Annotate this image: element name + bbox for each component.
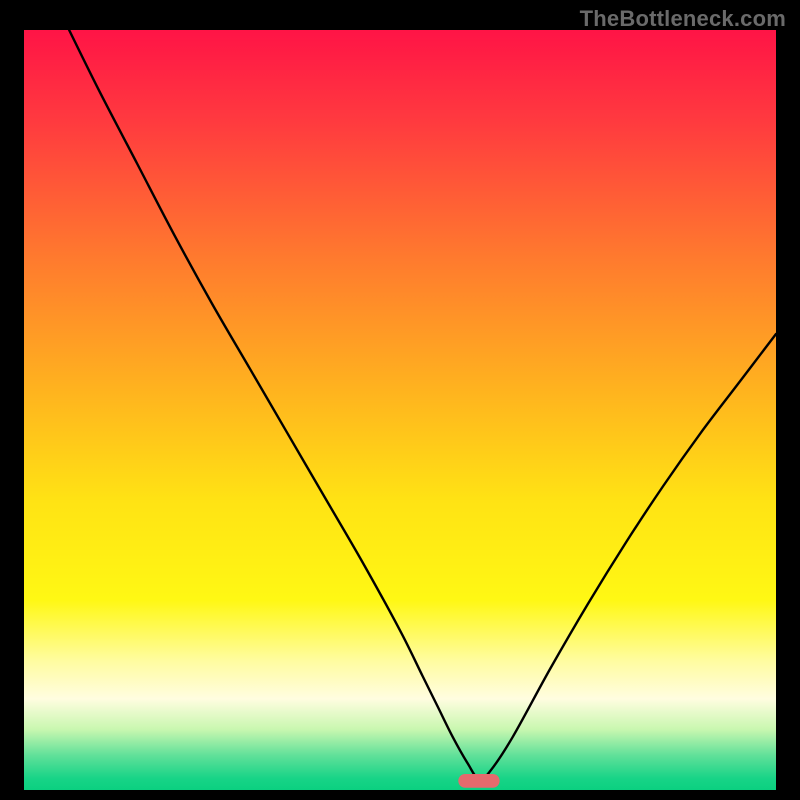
watermark-text: TheBottleneck.com xyxy=(580,6,786,32)
plot-area xyxy=(24,30,776,790)
chart-frame: TheBottleneck.com xyxy=(0,0,800,800)
gradient-background xyxy=(24,30,776,790)
chart-svg xyxy=(24,30,776,790)
optimal-marker xyxy=(458,774,499,788)
